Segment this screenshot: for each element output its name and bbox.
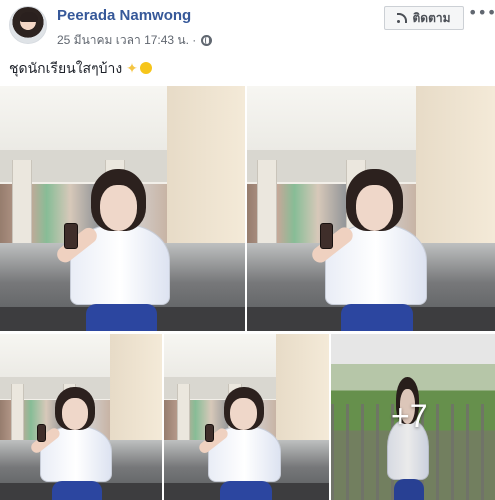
author-name[interactable]: Peerada Namwong (57, 7, 191, 24)
photo-scene (247, 86, 495, 331)
student-figure (308, 169, 443, 331)
post-photo-1[interactable] (0, 86, 245, 331)
facebook-post: Peerada Namwong 25 มีนาคม เวลา 17:43 น. … (0, 0, 495, 500)
follow-label: ติดตาม (412, 10, 451, 25)
post-caption: ชุดนักเรียนใสๆบ้าง ✦ (9, 58, 152, 80)
star-emoji-icon: ✦ (126, 60, 138, 76)
post-photo-3[interactable] (0, 334, 162, 500)
student-figure (53, 169, 186, 331)
follow-button[interactable]: ติดตาม (384, 6, 464, 30)
post-header: Peerada Namwong 25 มีนาคม เวลา 17:43 น. … (0, 0, 495, 52)
caption-text: ชุดนักเรียนใสๆบ้าง (9, 60, 123, 76)
photo-scene (164, 334, 329, 500)
more-icon[interactable]: ••• (468, 5, 495, 24)
student-figure (29, 387, 123, 500)
post-photo-more[interactable]: +7 (331, 334, 495, 500)
more-photos-count[interactable]: +7 (391, 398, 427, 435)
photo-scene (0, 334, 162, 500)
photo-scene (0, 86, 245, 331)
post-meta: 25 มีนาคม เวลา 17:43 น. · (57, 31, 213, 50)
post-timestamp[interactable]: 25 มีนาคม เวลา 17:43 น. · (57, 31, 196, 50)
rss-icon (397, 13, 408, 23)
post-photo-4[interactable] (164, 334, 329, 500)
student-figure (197, 387, 293, 500)
post-photo-2[interactable] (247, 86, 495, 331)
smile-emoji-icon (139, 62, 152, 74)
globe-icon[interactable] (201, 35, 213, 46)
profile-avatar[interactable] (9, 6, 47, 44)
